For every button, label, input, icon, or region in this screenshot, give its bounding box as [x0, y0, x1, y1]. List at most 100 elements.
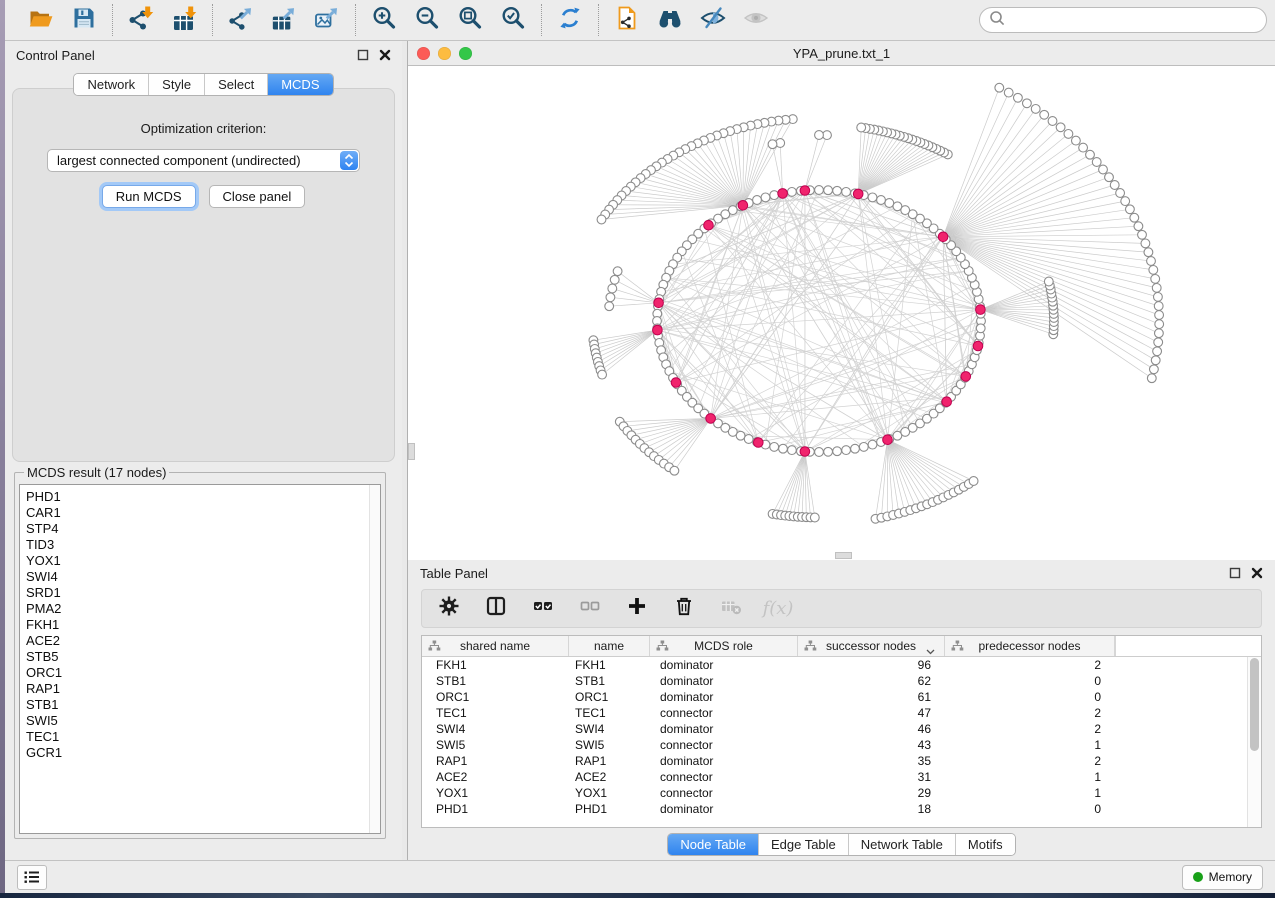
table-tab-node-table[interactable]: Node Table: [668, 834, 758, 855]
table-row[interactable]: ORC1ORC1dominator610: [422, 689, 1261, 705]
network-node[interactable]: [833, 186, 842, 195]
leaf-node[interactable]: [815, 131, 824, 140]
mcds-result-list[interactable]: PHD1CAR1STP4TID3YOX1SWI4SRD1PMA2FKH1ACE2…: [19, 484, 381, 834]
optimization-criterion-select[interactable]: largest connected component (undirected): [47, 149, 360, 172]
float-panel-button[interactable]: [356, 49, 369, 62]
leaf-node[interactable]: [1130, 213, 1139, 222]
table-row[interactable]: SWI5SWI5connector431: [422, 737, 1261, 753]
table-row[interactable]: ACE2ACE2connector311: [422, 769, 1261, 785]
column-header-successor-nodes[interactable]: successor nodes: [798, 636, 945, 656]
leaf-node[interactable]: [1031, 105, 1040, 114]
mcds-result-item[interactable]: PMA2: [26, 601, 380, 617]
leaf-node[interactable]: [1134, 222, 1143, 231]
leaf-node[interactable]: [1110, 181, 1119, 190]
mcds-result-item[interactable]: TEC1: [26, 729, 380, 745]
mcds-hub-node[interactable]: [883, 435, 893, 445]
zoom-window-button[interactable]: [459, 47, 472, 60]
hide-selected-button[interactable]: [699, 6, 727, 34]
leaf-node[interactable]: [1079, 143, 1088, 152]
sort-indicator-icon[interactable]: [926, 644, 935, 658]
show-hidden-button[interactable]: [742, 6, 770, 34]
leaf-node[interactable]: [598, 370, 607, 379]
leaf-node[interactable]: [1040, 110, 1049, 119]
network-node[interactable]: [815, 448, 824, 457]
mcds-result-item[interactable]: SWI4: [26, 569, 380, 585]
leaf-node[interactable]: [1072, 136, 1081, 145]
network-window-titlebar[interactable]: YPA_prune.txt_1: [408, 41, 1275, 66]
table-row[interactable]: RAP1RAP1dominator352: [422, 753, 1261, 769]
open-file-button[interactable]: [27, 6, 55, 34]
column-header-name[interactable]: name: [569, 636, 650, 656]
mcds-hub-node[interactable]: [738, 201, 748, 211]
leaf-node[interactable]: [1151, 275, 1160, 284]
mcds-result-item[interactable]: SWI5: [26, 713, 380, 729]
leaf-node[interactable]: [768, 140, 777, 149]
leaf-node[interactable]: [1023, 99, 1032, 108]
leaf-node[interactable]: [608, 284, 617, 293]
network-node[interactable]: [736, 431, 745, 440]
table-row[interactable]: YOX1YOX1connector291: [422, 785, 1261, 801]
leaf-node[interactable]: [1152, 284, 1161, 293]
mcds-hub-node[interactable]: [706, 414, 716, 424]
mcds-hub-node[interactable]: [942, 397, 952, 407]
leaf-node[interactable]: [1147, 257, 1156, 266]
network-node[interactable]: [744, 435, 753, 444]
table-tab-motifs[interactable]: Motifs: [955, 834, 1015, 855]
delete-row-button[interactable]: [672, 597, 696, 621]
mcds-result-item[interactable]: TID3: [26, 537, 380, 553]
leaf-node[interactable]: [1151, 356, 1160, 365]
import-network-button[interactable]: [127, 6, 155, 34]
leaf-node[interactable]: [1086, 150, 1095, 159]
network-node[interactable]: [779, 444, 788, 453]
float-table-panel-button[interactable]: [1228, 567, 1241, 580]
leaf-node[interactable]: [613, 267, 622, 276]
network-node[interactable]: [815, 186, 824, 195]
close-panel-button[interactable]: [378, 49, 391, 62]
leaf-node[interactable]: [1092, 158, 1101, 167]
select-all-button[interactable]: [531, 597, 555, 621]
network-canvas[interactable]: [408, 66, 1275, 560]
mcds-result-item[interactable]: SRD1: [26, 585, 380, 601]
zoom-out-button[interactable]: [413, 6, 441, 34]
mcds-hub-node[interactable]: [704, 220, 714, 230]
zoom-selected-button[interactable]: [499, 6, 527, 34]
settings-gear-button[interactable]: [437, 597, 461, 621]
find-button[interactable]: [656, 6, 684, 34]
network-node[interactable]: [824, 447, 833, 456]
network-node[interactable]: [770, 443, 779, 452]
leaf-node[interactable]: [1099, 165, 1108, 174]
mcds-hub-node[interactable]: [973, 341, 983, 351]
leaf-node[interactable]: [1155, 311, 1164, 320]
leaf-node[interactable]: [1138, 230, 1147, 239]
minimize-window-button[interactable]: [438, 47, 451, 60]
leaf-node[interactable]: [969, 477, 978, 486]
mcds-result-item[interactable]: STP4: [26, 521, 380, 537]
leaf-node[interactable]: [605, 302, 614, 311]
mcds-result-item[interactable]: ACE2: [26, 633, 380, 649]
mcds-result-item[interactable]: YOX1: [26, 553, 380, 569]
leaf-node[interactable]: [995, 83, 1004, 92]
vertical-splitter-handle[interactable]: [408, 443, 415, 460]
leaf-node[interactable]: [1147, 374, 1156, 383]
export-image-button[interactable]: [313, 6, 341, 34]
close-window-button[interactable]: [417, 47, 430, 60]
leaf-node[interactable]: [1154, 293, 1163, 302]
table-row[interactable]: STB1STB1dominator620: [422, 673, 1261, 689]
leaf-node[interactable]: [1014, 93, 1023, 102]
table-row[interactable]: PHD1PHD1dominator180: [422, 801, 1261, 817]
leaf-node[interactable]: [1141, 239, 1150, 248]
table-tab-edge-table[interactable]: Edge Table: [758, 834, 848, 855]
mcds-result-item[interactable]: PHD1: [26, 489, 380, 505]
leaf-node[interactable]: [606, 293, 615, 302]
leaf-node[interactable]: [1144, 248, 1153, 257]
network-node[interactable]: [770, 191, 779, 200]
task-history-button[interactable]: [17, 865, 47, 890]
network-node[interactable]: [761, 193, 770, 202]
mcds-result-item[interactable]: STB5: [26, 649, 380, 665]
mcds-result-item[interactable]: ORC1: [26, 665, 380, 681]
leaf-node[interactable]: [857, 123, 866, 132]
leaf-node[interactable]: [1121, 197, 1130, 206]
leaf-node[interactable]: [1154, 302, 1163, 311]
mcds-hub-node[interactable]: [800, 447, 810, 457]
mcds-result-item[interactable]: STB1: [26, 697, 380, 713]
